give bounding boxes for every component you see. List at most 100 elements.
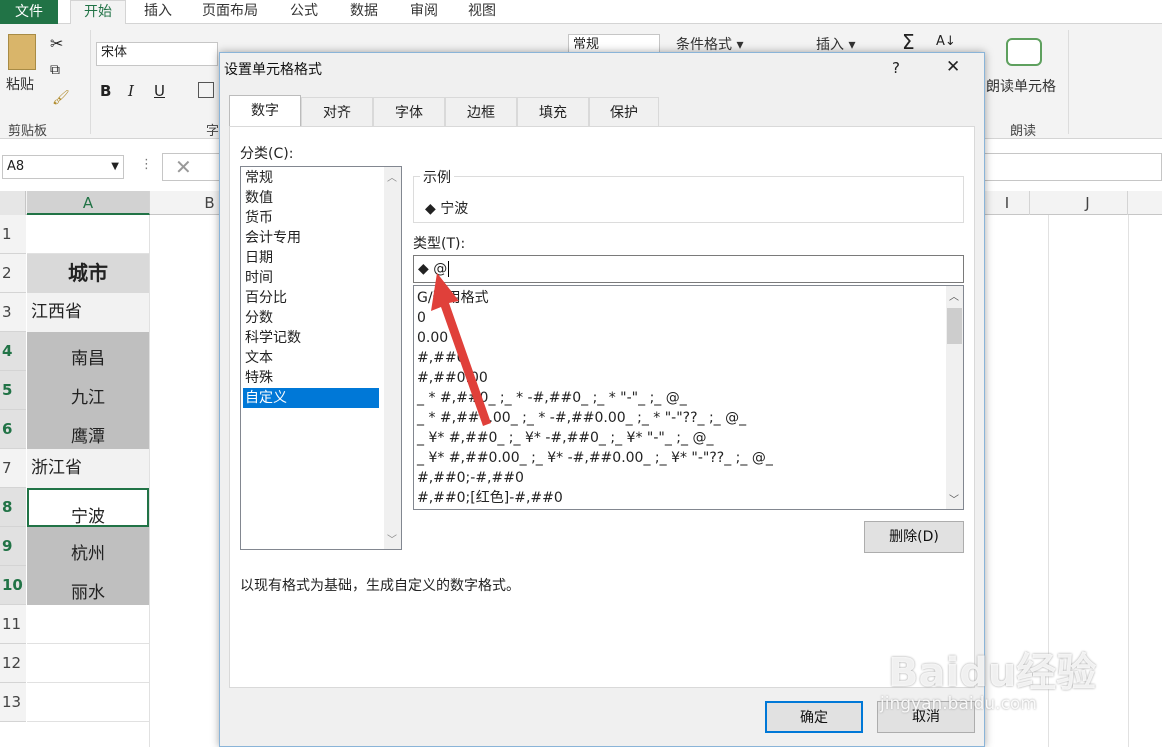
column-header-a[interactable]: A bbox=[27, 191, 150, 215]
delete-button[interactable]: 删除(D) bbox=[864, 521, 964, 553]
tab-home[interactable]: 开始 bbox=[70, 0, 126, 24]
cell-a1[interactable] bbox=[27, 215, 149, 254]
column-header-j[interactable]: J bbox=[1048, 191, 1128, 215]
format-cells-dialog: 设置单元格格式 ? ✕ 数字 对齐 字体 边框 填充 保护 分类(C): 常规 … bbox=[219, 52, 985, 747]
scroll-down-icon[interactable]: ﹀ bbox=[949, 491, 959, 506]
close-button[interactable]: ✕ bbox=[946, 57, 960, 77]
category-item[interactable]: 分数 bbox=[243, 308, 379, 328]
category-list[interactable]: 常规 数值 货币 会计专用 日期 时间 百分比 分数 科学记数 文本 特殊 自定… bbox=[240, 166, 402, 550]
tab-protection[interactable]: 保护 bbox=[589, 97, 659, 127]
paste-button[interactable]: 粘贴 bbox=[6, 74, 34, 94]
format-painter-icon[interactable]: 🖌 bbox=[52, 90, 70, 106]
tab-font[interactable]: 字体 bbox=[373, 97, 445, 127]
cancel-formula-icon[interactable]: ✕ bbox=[162, 153, 222, 181]
cell-a12[interactable] bbox=[27, 644, 149, 683]
row-header[interactable]: 5 bbox=[0, 371, 26, 410]
insert-cells-button[interactable]: 插入 ▾ bbox=[816, 34, 855, 54]
formula-input[interactable] bbox=[985, 153, 1162, 181]
type-label: 类型(T): bbox=[413, 236, 466, 252]
category-label: 分类(C): bbox=[240, 146, 294, 162]
tab-page-layout[interactable]: 页面布局 bbox=[196, 0, 264, 24]
row-header[interactable]: 11 bbox=[0, 605, 26, 644]
underline-icon[interactable]: U bbox=[154, 82, 165, 100]
tab-border[interactable]: 边框 bbox=[445, 97, 517, 127]
name-box[interactable]: A8 ▼ bbox=[2, 155, 124, 179]
category-item[interactable]: 常规 bbox=[243, 168, 379, 188]
scroll-up-icon[interactable]: ︿ bbox=[949, 288, 959, 303]
border-icon[interactable] bbox=[198, 82, 214, 98]
scroll-up-icon[interactable]: ︿ bbox=[387, 169, 397, 184]
scroll-thumb[interactable] bbox=[947, 308, 962, 344]
category-item[interactable]: 文本 bbox=[243, 348, 379, 368]
cell-a3[interactable]: 江西省 bbox=[27, 293, 149, 332]
paste-icon[interactable] bbox=[8, 34, 36, 70]
tab-number[interactable]: 数字 bbox=[229, 95, 301, 127]
read-cell-icon[interactable] bbox=[1006, 38, 1042, 66]
category-item[interactable]: 科学记数 bbox=[243, 328, 379, 348]
cell-a11[interactable] bbox=[27, 605, 149, 644]
column-header-i[interactable]: I bbox=[985, 191, 1030, 215]
tab-alignment[interactable]: 对齐 bbox=[301, 97, 373, 127]
row-header[interactable]: 4 bbox=[0, 332, 26, 371]
format-item[interactable]: #,##0;-#,##0 bbox=[417, 468, 524, 488]
row-header[interactable]: 13 bbox=[0, 683, 26, 722]
category-item-selected[interactable]: 自定义 bbox=[243, 388, 379, 408]
row-header[interactable]: 1 bbox=[0, 215, 26, 254]
format-scrollbar[interactable]: ︿ ﹀ bbox=[946, 286, 963, 509]
category-item[interactable]: 时间 bbox=[243, 268, 379, 288]
category-item[interactable]: 数值 bbox=[243, 188, 379, 208]
annotation-arrow-icon bbox=[431, 273, 491, 426]
tab-file[interactable]: 文件 bbox=[0, 0, 58, 24]
cut-icon[interactable]: ✂ bbox=[50, 34, 63, 53]
tab-view[interactable]: 视图 bbox=[462, 0, 502, 24]
conditional-format-button[interactable]: 条件格式 ▾ bbox=[676, 34, 743, 54]
cell-a10[interactable]: 丽水 bbox=[27, 566, 149, 605]
tab-formulas[interactable]: 公式 bbox=[284, 0, 324, 24]
row-header[interactable]: 6 bbox=[0, 410, 26, 449]
sample-group bbox=[413, 176, 964, 223]
font-name-box[interactable]: 宋体 bbox=[96, 42, 218, 66]
cell-a7[interactable]: 浙江省 bbox=[27, 449, 149, 488]
cell-a8[interactable]: 宁波 bbox=[27, 488, 149, 527]
tab-insert[interactable]: 插入 bbox=[136, 0, 180, 24]
category-item[interactable]: 日期 bbox=[243, 248, 379, 268]
category-item[interactable]: 会计专用 bbox=[243, 228, 379, 248]
read-cell-button[interactable]: 朗读单元格 bbox=[986, 76, 1056, 96]
ok-button[interactable]: 确定 bbox=[765, 701, 863, 733]
help-button[interactable]: ? bbox=[892, 59, 900, 77]
category-item[interactable]: 货币 bbox=[243, 208, 379, 228]
copy-icon[interactable]: ⧉ bbox=[50, 62, 60, 78]
tab-data[interactable]: 数据 bbox=[344, 0, 384, 24]
select-all-corner[interactable] bbox=[0, 191, 26, 215]
format-item[interactable]: #,##0;[红色]-#,##0 bbox=[417, 488, 563, 508]
category-item[interactable]: 特殊 bbox=[243, 368, 379, 388]
row-header[interactable]: 9 bbox=[0, 527, 26, 566]
category-scrollbar[interactable]: ︿ ﹀ bbox=[384, 167, 401, 549]
category-item[interactable]: 百分比 bbox=[243, 288, 379, 308]
cell-a2[interactable]: 城市 bbox=[27, 254, 149, 293]
scroll-down-icon[interactable]: ﹀ bbox=[387, 531, 397, 546]
description-text: 以现有格式为基础，生成自定义的数字格式。 bbox=[240, 578, 520, 594]
format-item[interactable]: _ ¥* #,##0.00_ ;_ ¥* -#,##0.00_ ;_ ¥* "-… bbox=[417, 448, 773, 468]
more-dots-icon[interactable]: ⋮ bbox=[140, 157, 153, 172]
cell-a6[interactable]: 鹰潭 bbox=[27, 410, 149, 449]
row-header[interactable]: 2 bbox=[0, 254, 26, 293]
row-header[interactable]: 8 bbox=[0, 488, 26, 527]
row-header[interactable]: 10 bbox=[0, 566, 26, 605]
row-header[interactable]: 3 bbox=[0, 293, 26, 332]
sort-filter-icon[interactable]: A↓ bbox=[936, 34, 956, 49]
insert-cells-label: 插入 bbox=[816, 37, 844, 53]
row-header[interactable]: 12 bbox=[0, 644, 26, 683]
cell-a13[interactable] bbox=[27, 683, 149, 722]
cell-a5[interactable]: 九江 bbox=[27, 371, 149, 410]
grid-line bbox=[149, 215, 150, 747]
italic-icon[interactable]: I bbox=[128, 82, 134, 100]
tab-review[interactable]: 审阅 bbox=[404, 0, 444, 24]
cell-a4[interactable]: 南昌 bbox=[27, 332, 149, 371]
cell-a9[interactable]: 杭州 bbox=[27, 527, 149, 566]
autosum-icon[interactable]: Σ bbox=[902, 30, 915, 54]
tab-fill[interactable]: 填充 bbox=[517, 97, 589, 127]
bold-icon[interactable]: B bbox=[100, 82, 111, 100]
clipboard-group-label: 剪贴板 bbox=[8, 124, 48, 139]
row-header[interactable]: 7 bbox=[0, 449, 26, 488]
